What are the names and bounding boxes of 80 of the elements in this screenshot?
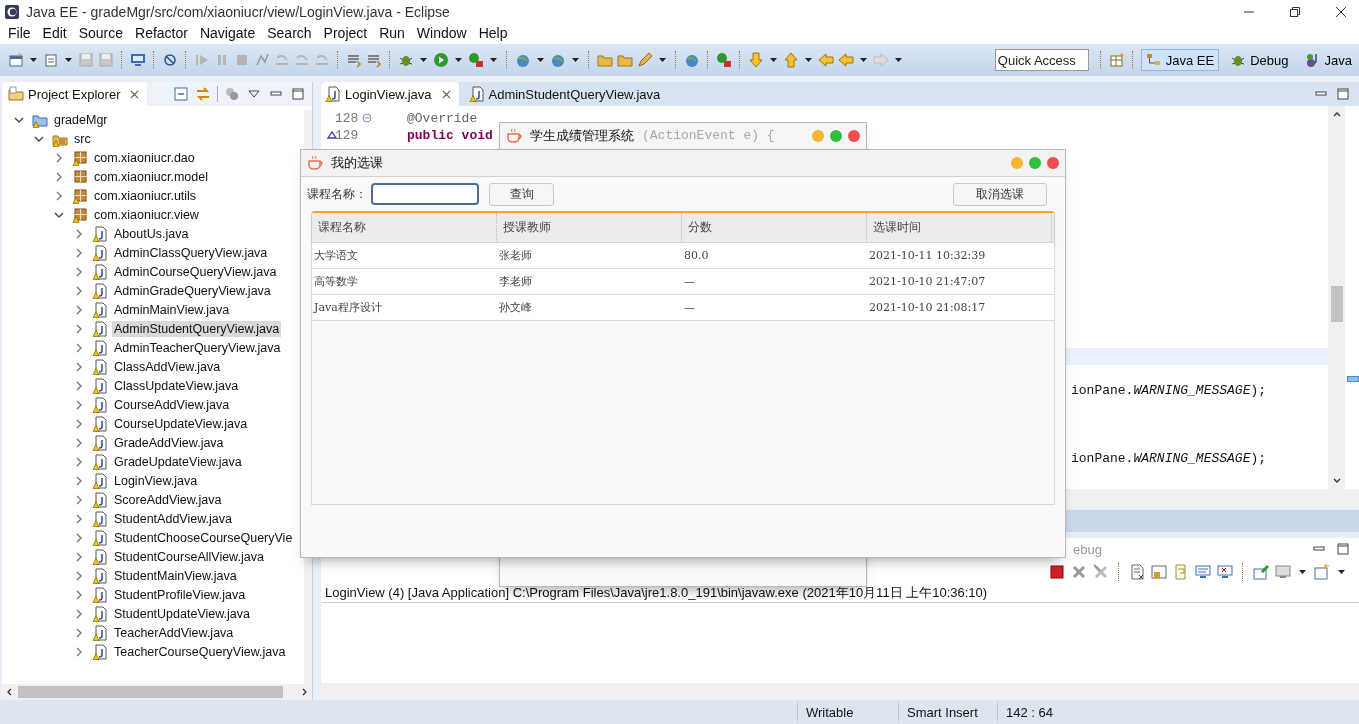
table-cell-text: Java程序设计 bbox=[312, 300, 383, 316]
tree-item[interactable]: AdminTeacherQueryView.java bbox=[112, 339, 283, 356]
tree-item[interactable]: AdminGradeQueryView.java bbox=[112, 282, 273, 299]
menu-item[interactable]: Navigate bbox=[193, 25, 262, 41]
tree-item[interactable]: TeacherAddView.java bbox=[112, 624, 236, 641]
menu-item[interactable]: Source bbox=[72, 25, 130, 41]
menu-item[interactable]: Run bbox=[373, 25, 411, 41]
editor-tab[interactable]: AdminStudentQueryView.java bbox=[464, 82, 669, 106]
line-number: 129 bbox=[335, 128, 359, 143]
tree-item[interactable]: TeacherCourseQueryView.java bbox=[112, 643, 288, 660]
quick-access-field[interactable]: Quick Access bbox=[994, 49, 1089, 71]
tree-item[interactable]: AdminMainView.java bbox=[112, 301, 232, 318]
table-cell-text: — bbox=[683, 300, 696, 316]
perspective-button[interactable]: Java bbox=[1299, 49, 1357, 71]
table-cell-text: 80.0 bbox=[683, 248, 710, 264]
table-cell-text: 2021-10-10 21:08:17 bbox=[868, 300, 987, 316]
dialog-title: 学生成绩管理系统 bbox=[530, 127, 634, 145]
dialog-title: 我的选课 bbox=[331, 154, 383, 172]
table-cell-text: 李老师 bbox=[498, 274, 533, 290]
tree-item[interactable]: CourseUpdateView.java bbox=[112, 415, 250, 432]
status-field: Smart Insert bbox=[898, 702, 997, 722]
table-cell-text: — bbox=[683, 274, 696, 290]
table-cell-text: 孙文峰 bbox=[498, 300, 533, 316]
tree-item[interactable]: ClassAddView.java bbox=[112, 358, 223, 375]
tree-item[interactable]: com.xiaoniucr.view bbox=[92, 206, 201, 223]
code-text: (ActionEvent e) { bbox=[642, 128, 775, 143]
tree-item[interactable]: gradeMgr bbox=[52, 111, 110, 128]
table-cell-text: 张老师 bbox=[498, 248, 533, 264]
tree-item[interactable]: AdminStudentQueryView.java bbox=[112, 320, 282, 337]
menu-item[interactable]: File bbox=[2, 25, 37, 41]
tree-item[interactable]: com.xiaoniucr.model bbox=[92, 168, 210, 185]
table-cell-text: 高等数学 bbox=[313, 274, 359, 290]
tree-item[interactable]: AboutUs.java bbox=[112, 225, 191, 242]
status-field: Writable bbox=[797, 702, 898, 722]
search-button[interactable]: 查询 bbox=[489, 182, 554, 206]
tree-item[interactable]: StudentCourseAllView.java bbox=[112, 548, 266, 565]
perspective-button[interactable]: Debug bbox=[1225, 49, 1294, 71]
tree-item[interactable]: StudentChooseCourseQueryVie bbox=[112, 529, 295, 546]
project-explorer-tab[interactable]: Project Explorer bbox=[2, 82, 148, 106]
tree-item[interactable]: LoginView.java bbox=[112, 472, 200, 489]
menu-item[interactable]: Window bbox=[410, 25, 473, 41]
code-text: @Override bbox=[407, 111, 478, 126]
table-cell-text: 2021-10-11 10:32:39 bbox=[868, 248, 987, 264]
tree-item[interactable]: com.xiaoniucr.utils bbox=[92, 187, 199, 204]
tree-item[interactable]: GradeAddView.java bbox=[112, 434, 226, 451]
column-header[interactable]: 选课时间 bbox=[867, 213, 1052, 242]
tree-item[interactable]: StudentMainView.java bbox=[112, 567, 239, 584]
tree-item[interactable]: CourseAddView.java bbox=[112, 396, 232, 413]
status-field: 142 : 64 bbox=[997, 702, 1061, 722]
menu-item[interactable]: Refactor bbox=[129, 25, 194, 41]
column-header[interactable]: 分数 bbox=[682, 213, 867, 242]
tree-item[interactable]: GradeUpdateView.java bbox=[112, 453, 244, 470]
window-title: Java EE - gradeMgr/src/com/xiaoniucr/view/LoginView.java - Eclipse bbox=[26, 4, 450, 20]
column-header[interactable]: 授课教师 bbox=[497, 213, 682, 242]
tree-item[interactable]: ClassUpdateView.java bbox=[112, 377, 241, 394]
tree-item[interactable]: StudentAddView.java bbox=[112, 510, 234, 527]
tree-item[interactable]: AdminCourseQueryView.java bbox=[112, 263, 279, 280]
tree-item[interactable]: com.xiaoniucr.dao bbox=[92, 149, 197, 166]
console-output: LoginView (4) [Java Application] C:\Program Files\Java\jre1.8.0_191\bin\javaw.exe (2021年10月11日 上午10:36:10) bbox=[324, 584, 989, 602]
tree-item[interactable]: AdminClassQueryView.java bbox=[112, 244, 270, 261]
code-text: public void bbox=[407, 128, 493, 143]
code-text: ionPane.WARNING_MESSAGE); bbox=[1071, 451, 1267, 466]
tree-item[interactable]: ScoreAddView.java bbox=[112, 491, 224, 508]
perspective-button[interactable]: Java EE bbox=[1140, 49, 1220, 71]
line-number: 128 bbox=[335, 111, 359, 126]
menu-item[interactable]: Help bbox=[472, 25, 514, 41]
code-text: ionPane.WARNING_MESSAGE); bbox=[1071, 383, 1267, 398]
menu-item[interactable]: Project bbox=[317, 25, 374, 41]
table-cell-text: 2021-10-10 21:47:07 bbox=[868, 274, 987, 290]
column-header[interactable]: 课程名称 bbox=[312, 213, 497, 242]
project-explorer-title: Project Explorer bbox=[28, 86, 121, 102]
menu-item[interactable]: Search bbox=[261, 25, 318, 41]
menu-item[interactable]: Edit bbox=[36, 25, 73, 41]
cancel-course-button[interactable]: 取消选课 bbox=[953, 182, 1047, 206]
table-cell-text: 大学语文 bbox=[313, 248, 359, 264]
field-label: 课程名称： bbox=[307, 185, 367, 203]
tree-item[interactable]: src bbox=[72, 130, 93, 147]
tree-item[interactable]: StudentProfileView.java bbox=[112, 586, 248, 603]
tree-item[interactable]: StudentUpdateView.java bbox=[112, 605, 252, 622]
editor-tab[interactable]: LoginView.java bbox=[321, 82, 459, 106]
